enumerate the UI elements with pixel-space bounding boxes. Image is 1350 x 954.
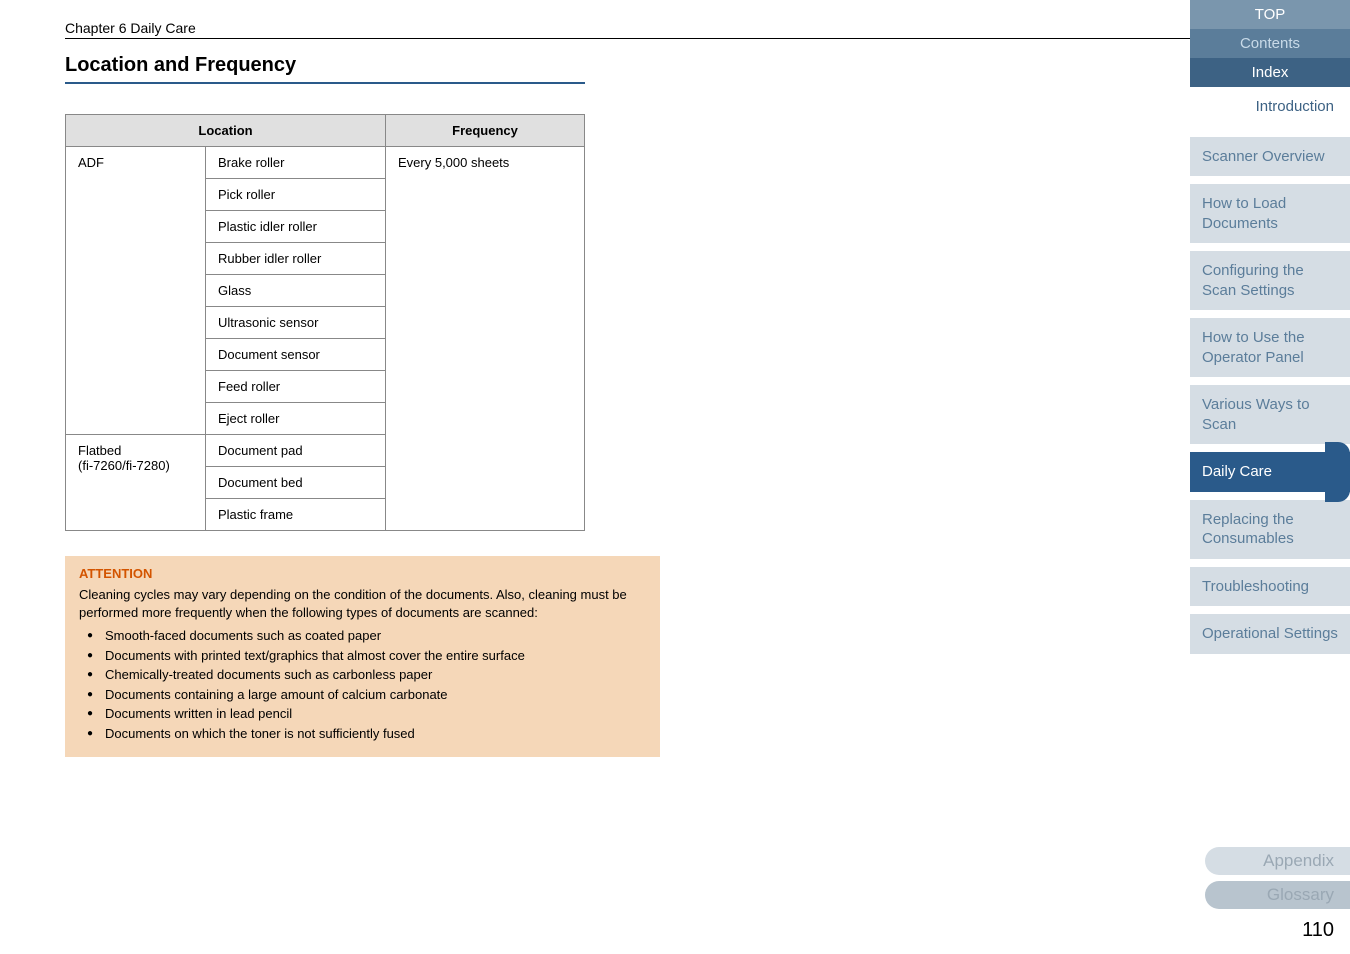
nav-configuring-scan[interactable]: Configuring the Scan Settings: [1190, 251, 1350, 310]
cell-part: Document bed: [206, 467, 386, 499]
cell-frequency: Every 5,000 sheets: [386, 147, 585, 531]
cell-location: ADF: [66, 147, 206, 435]
cell-location: Flatbed (fi-7260/fi-7280): [66, 435, 206, 531]
nav-introduction-link[interactable]: Introduction: [1190, 87, 1350, 127]
cell-part: Rubber idler roller: [206, 243, 386, 275]
nav-glossary-link[interactable]: Glossary: [1205, 881, 1350, 909]
cell-part: Ultrasonic sensor: [206, 307, 386, 339]
cell-part: Pick roller: [206, 179, 386, 211]
attention-title: ATTENTION: [79, 566, 646, 581]
nav-appendix-link[interactable]: Appendix: [1205, 847, 1350, 875]
main-content: Chapter 6 Daily Care Location and Freque…: [0, 0, 1190, 954]
table-row: ADF Brake roller Every 5,000 sheets: [66, 147, 585, 179]
section-title: Location and Frequency: [65, 54, 585, 84]
nav-daily-care[interactable]: Daily Care: [1190, 452, 1350, 492]
nav-scanner-overview[interactable]: Scanner Overview: [1190, 137, 1350, 177]
nav-contents-link[interactable]: Contents: [1190, 29, 1350, 58]
cell-part: Document sensor: [206, 339, 386, 371]
cell-part: Plastic frame: [206, 499, 386, 531]
nav-various-ways[interactable]: Various Ways to Scan: [1190, 385, 1350, 444]
cell-part: Brake roller: [206, 147, 386, 179]
cell-part: Feed roller: [206, 371, 386, 403]
attention-item: Smooth-faced documents such as coated pa…: [87, 626, 646, 646]
nav-top-link[interactable]: TOP: [1190, 0, 1350, 29]
cell-part: Glass: [206, 275, 386, 307]
cell-part: Plastic idler roller: [206, 211, 386, 243]
attention-item: Documents written in lead pencil: [87, 704, 646, 724]
nav-operational-settings[interactable]: Operational Settings: [1190, 614, 1350, 654]
attention-box: ATTENTION Cleaning cycles may vary depen…: [65, 556, 660, 757]
nav-operator-panel[interactable]: How to Use the Operator Panel: [1190, 318, 1350, 377]
page-number: 110: [1302, 919, 1334, 942]
cell-part: Document pad: [206, 435, 386, 467]
cell-part: Eject roller: [206, 403, 386, 435]
table-header-frequency: Frequency: [386, 115, 585, 147]
nav-how-to-load[interactable]: How to Load Documents: [1190, 184, 1350, 243]
nav-replacing-consumables[interactable]: Replacing the Consumables: [1190, 500, 1350, 559]
location-frequency-table: Location Frequency ADF Brake roller Ever…: [65, 114, 585, 531]
attention-item: Documents on which the toner is not suff…: [87, 724, 646, 744]
attention-list: Smooth-faced documents such as coated pa…: [87, 626, 646, 743]
attention-item: Chemically-treated documents such as car…: [87, 665, 646, 685]
attention-item: Documents with printed text/graphics tha…: [87, 646, 646, 666]
nav-troubleshooting[interactable]: Troubleshooting: [1190, 567, 1350, 607]
table-header-location: Location: [66, 115, 386, 147]
nav-index-link[interactable]: Index: [1190, 58, 1350, 87]
attention-item: Documents containing a large amount of c…: [87, 685, 646, 705]
attention-intro: Cleaning cycles may vary depending on th…: [79, 586, 646, 622]
chapter-header: Chapter 6 Daily Care: [65, 20, 1190, 39]
sidebar-nav: TOP Contents Index Introduction Scanner …: [1190, 0, 1350, 954]
